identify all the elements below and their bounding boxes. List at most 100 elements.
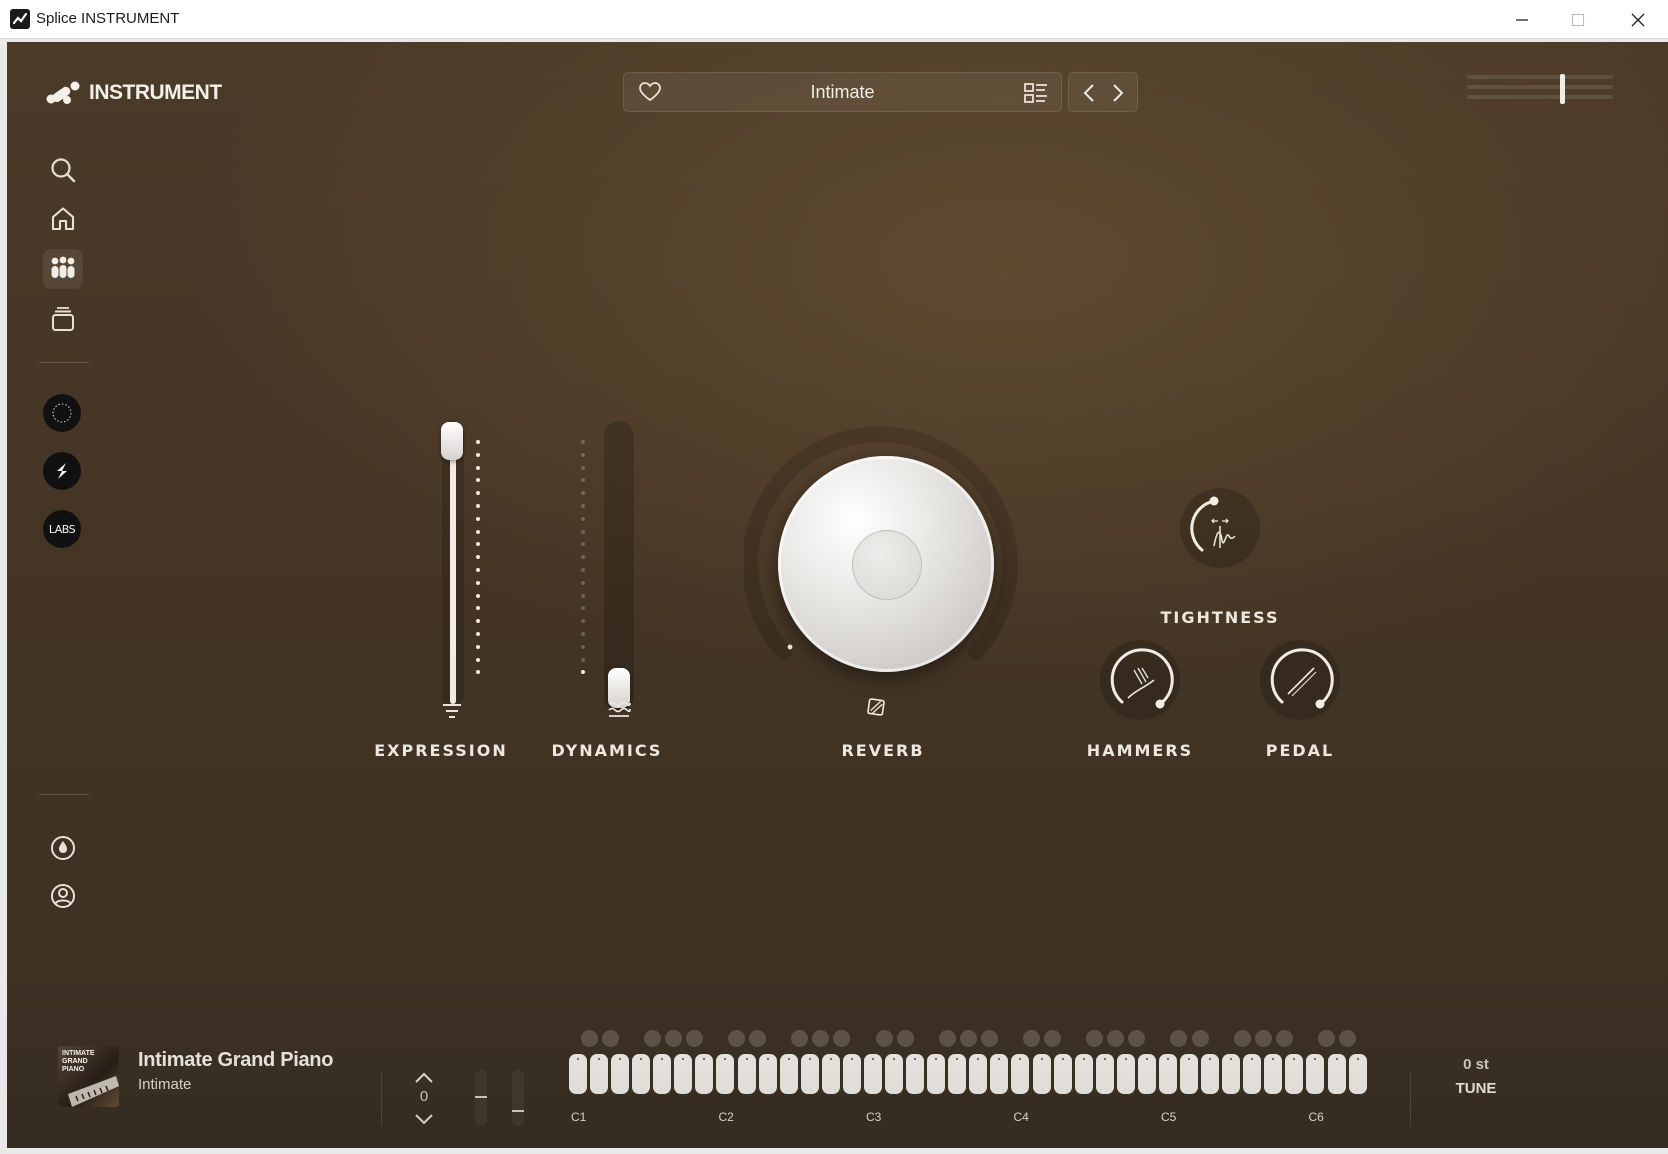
black-key[interactable]: [601, 1030, 619, 1047]
piano-key[interactable]: [1264, 1054, 1283, 1094]
sidebar-item-library[interactable]: [43, 299, 83, 339]
source-circle-logo[interactable]: [43, 394, 81, 432]
piano-key[interactable]: [653, 1054, 672, 1094]
black-key[interactable]: [1023, 1030, 1040, 1047]
black-key[interactable]: [875, 1030, 893, 1047]
close-button[interactable]: [1610, 0, 1666, 38]
octave-up-button[interactable]: [412, 1069, 436, 1087]
piano-key[interactable]: [590, 1054, 609, 1094]
piano-key[interactable]: [695, 1054, 714, 1094]
piano-key[interactable]: [863, 1054, 882, 1094]
black-key[interactable]: [580, 1030, 598, 1047]
hammers-label: HAMMERS: [1086, 741, 1194, 760]
piano-key[interactable]: [632, 1054, 651, 1094]
source-splice[interactable]: [43, 452, 81, 490]
piano-key[interactable]: [1201, 1054, 1220, 1094]
octave-down-button[interactable]: [412, 1110, 436, 1128]
minimize-button[interactable]: [1494, 0, 1550, 38]
preset-selector[interactable]: Intimate: [623, 72, 1062, 112]
piano-key[interactable]: [842, 1054, 861, 1094]
sidebar-item-home[interactable]: [43, 199, 83, 239]
scale-dot: [581, 504, 585, 508]
piano-key[interactable]: [1053, 1054, 1072, 1094]
black-key[interactable]: [896, 1030, 914, 1047]
piano-key[interactable]: [1074, 1054, 1093, 1094]
black-key[interactable]: [1317, 1030, 1335, 1047]
scale-dot: [476, 440, 480, 444]
piano-key[interactable]: [611, 1054, 630, 1094]
key-tick: [1124, 1058, 1127, 1060]
piano-key[interactable]: [1222, 1054, 1241, 1094]
piano-key[interactable]: [674, 1054, 693, 1094]
piano-key[interactable]: [1011, 1054, 1030, 1094]
piano-key[interactable]: [906, 1054, 925, 1094]
tune-value[interactable]: 0 st: [1436, 1056, 1516, 1073]
piano-key[interactable]: [1306, 1054, 1325, 1094]
previous-preset-button[interactable]: [1078, 81, 1102, 105]
piano-key[interactable]: [800, 1054, 819, 1094]
black-key[interactable]: [1254, 1030, 1272, 1047]
pedal-knob[interactable]: [1260, 640, 1340, 720]
black-key[interactable]: [1191, 1030, 1209, 1047]
black-key[interactable]: [959, 1030, 977, 1047]
piano-key[interactable]: [1243, 1054, 1262, 1094]
sidebar-item-instruments[interactable]: [43, 249, 83, 289]
piano-key[interactable]: [1137, 1054, 1156, 1094]
piano-key[interactable]: [716, 1054, 735, 1094]
hammers-knob[interactable]: [1100, 640, 1180, 720]
black-key[interactable]: [749, 1030, 767, 1047]
piano-key[interactable]: [1327, 1054, 1346, 1094]
piano-key[interactable]: [821, 1054, 840, 1094]
piano-key[interactable]: [1032, 1054, 1051, 1094]
black-key[interactable]: [980, 1030, 998, 1047]
pitch-bend-slider[interactable]: [475, 1070, 487, 1126]
piano-key[interactable]: [1180, 1054, 1199, 1094]
sidebar-item-theme[interactable]: [43, 828, 83, 868]
piano-key[interactable]: [969, 1054, 988, 1094]
piano-key[interactable]: [1116, 1054, 1135, 1094]
maximize-button[interactable]: [1550, 0, 1606, 38]
key-tick: [787, 1058, 790, 1060]
tightness-knob[interactable]: [1180, 488, 1260, 568]
footer-divider-right: [1410, 1070, 1411, 1126]
black-key[interactable]: [685, 1030, 703, 1047]
key-tick: [871, 1058, 874, 1060]
list-grid-icon: [1024, 83, 1047, 103]
black-key[interactable]: [1339, 1030, 1357, 1047]
piano-key[interactable]: [885, 1054, 904, 1094]
black-key[interactable]: [1233, 1030, 1251, 1047]
black-key[interactable]: [643, 1030, 661, 1047]
master-volume-slider[interactable]: [1467, 74, 1613, 104]
piano-key[interactable]: [1095, 1054, 1114, 1094]
scale-dot: [476, 504, 480, 508]
piano-key[interactable]: [1348, 1054, 1367, 1094]
source-labs[interactable]: LABS: [43, 510, 81, 548]
chevron-left-icon: [1083, 84, 1094, 102]
piano-key[interactable]: [990, 1054, 1009, 1094]
instrument-cover-art[interactable]: INTIMATE GRAND PIANO: [58, 1046, 119, 1107]
piano-key[interactable]: [758, 1054, 777, 1094]
preset-name[interactable]: Intimate: [624, 82, 1061, 103]
piano-key[interactable]: [927, 1054, 946, 1094]
key-tick: [1188, 1058, 1191, 1060]
piano-key[interactable]: [779, 1054, 798, 1094]
volume-thumb[interactable]: [1560, 74, 1565, 104]
preset-list-button[interactable]: [1024, 82, 1048, 104]
piano-key[interactable]: [737, 1054, 756, 1094]
black-key[interactable]: [938, 1030, 956, 1047]
piano-key[interactable]: [948, 1054, 967, 1094]
black-key[interactable]: [728, 1030, 746, 1047]
instrument-app: INSTRUMENT Intimate LABS EXPRESSION DYNA…: [7, 42, 1668, 1148]
piano-key[interactable]: [1158, 1054, 1177, 1094]
mod-wheel-slider[interactable]: [512, 1070, 524, 1126]
reverb-knob[interactable]: [778, 456, 994, 672]
sidebar-item-search[interactable]: [43, 150, 83, 190]
black-key[interactable]: [1044, 1030, 1062, 1047]
next-preset-button[interactable]: [1105, 81, 1129, 105]
black-key[interactable]: [1275, 1030, 1293, 1047]
black-key[interactable]: [664, 1030, 682, 1047]
piano-key[interactable]: [569, 1054, 587, 1094]
piano-key[interactable]: [1285, 1054, 1304, 1094]
sidebar-item-account[interactable]: [43, 876, 83, 916]
expression-slider-thumb[interactable]: [441, 422, 463, 460]
